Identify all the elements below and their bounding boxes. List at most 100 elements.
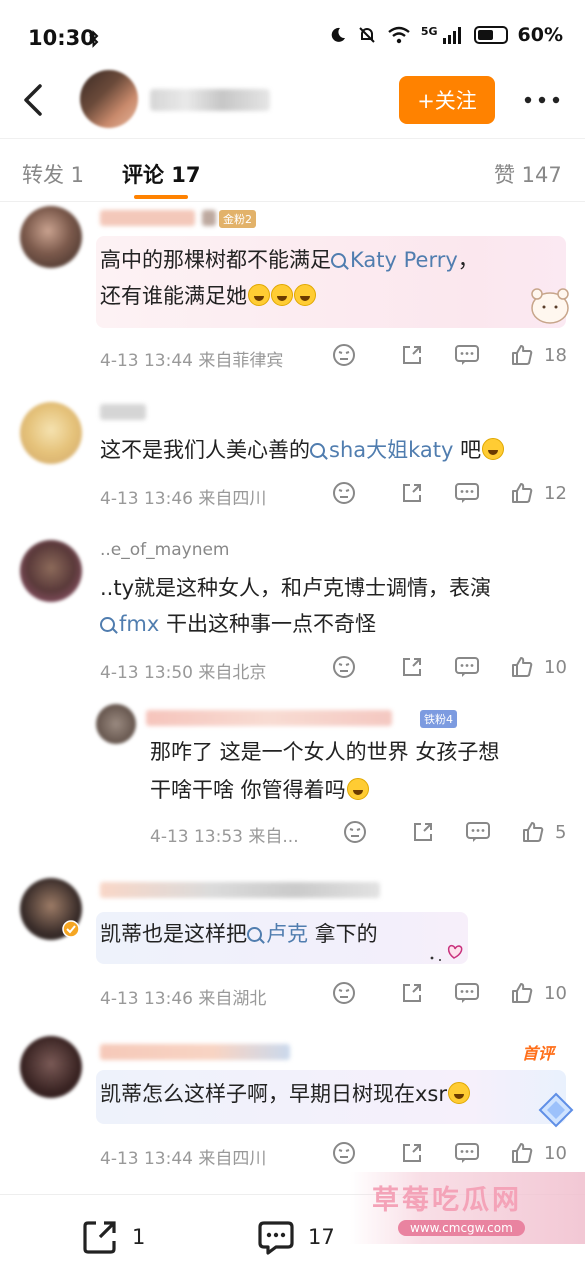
reply-actions: 5 (343, 820, 566, 844)
replier-name-blurred[interactable] (146, 710, 392, 726)
share-icon[interactable] (400, 1141, 424, 1165)
author-name-blurred[interactable] (150, 89, 270, 111)
tab-active-indicator (134, 195, 188, 199)
dislike-face-icon[interactable] (343, 820, 367, 844)
bottom-comment-button[interactable]: 17 (256, 1217, 335, 1257)
repost-count: 1 (132, 1225, 146, 1249)
topic-label: fmx (119, 612, 160, 636)
dislike-face-icon[interactable] (332, 481, 356, 505)
topic-link[interactable]: Katy Perry (331, 248, 458, 272)
laughing-emoji-icon (271, 284, 293, 306)
comment-text: 凯蒂怎么这样子啊，早期日树现在xsr (100, 1076, 471, 1112)
reply-icon[interactable] (454, 481, 480, 505)
dislike-face-icon[interactable] (332, 343, 356, 367)
commenter-name-blurred[interactable] (100, 882, 380, 898)
battery-icon (473, 26, 508, 44)
thumbs-up-icon (512, 657, 533, 677)
status-time: 10:30 (28, 26, 95, 50)
commenter-name[interactable]: ..e_of_maynem (100, 540, 229, 560)
comment-text-part: ， (457, 248, 479, 272)
reply-icon[interactable] (454, 655, 480, 679)
tab-comment[interactable]: 评论 17 (122, 159, 201, 189)
comment-actions: 10 (332, 655, 567, 679)
comment-text: fmx 干出这种事一点不奇怪 (100, 606, 376, 642)
like-button[interactable]: 10 (510, 655, 567, 679)
comment-meta: 4-13 13:50 来自北京 (100, 663, 267, 683)
reply-icon[interactable] (465, 820, 491, 844)
topic-label: Katy Perry (350, 248, 458, 272)
back-arrow-icon[interactable] (18, 78, 54, 122)
comment-text: 这不是我们人美心善的 sha大姐katy 吧 (100, 432, 505, 468)
mute-bell-icon (359, 27, 375, 43)
like-count: 12 (544, 482, 567, 504)
replier-avatar[interactable] (96, 704, 136, 744)
comment-actions: 10 (332, 981, 567, 1005)
bear-sticker-icon (531, 288, 569, 324)
like-button[interactable]: 10 (510, 981, 567, 1005)
header: +关注 (0, 62, 585, 138)
comment-text: 凯蒂也是这样把 卢克 拿下的 (100, 916, 378, 952)
comment-meta: 4-13 13:44 来自四川 (100, 1149, 267, 1169)
commenter-avatar[interactable] (20, 402, 82, 464)
battery-percent: 60% (517, 24, 563, 46)
topic-link[interactable]: sha大姐katy (310, 438, 453, 462)
fan-badge: 铁粉4 (420, 710, 457, 728)
like-button[interactable]: 12 (510, 481, 567, 505)
comment-actions: 10 (332, 1141, 567, 1165)
dislike-face-icon[interactable] (332, 655, 356, 679)
comment-text: 高中的那棵树都不能满足 Katy Perry， (100, 242, 479, 278)
verified-badge-icon (62, 920, 80, 938)
comment-text-part: 吧 (453, 438, 482, 462)
reply-icon[interactable] (454, 1141, 480, 1165)
reply-icon[interactable] (454, 981, 480, 1005)
reply-item: 铁粉4 那咋了 这是一个女人的世界 女孩子想 干啥干啥 你管得着吗 4-13 1… (0, 700, 585, 860)
reply-icon[interactable] (454, 343, 480, 367)
tab-repost[interactable]: 转发 1 (22, 159, 84, 189)
topic-label: 卢克 (266, 922, 308, 946)
watermark-url: www.cmcgw.com (398, 1220, 525, 1236)
commenter-name-blurred[interactable] (100, 404, 146, 420)
tab-like[interactable]: 赞 147 (494, 159, 562, 189)
thumbs-up-icon (512, 1143, 533, 1163)
topic-link[interactable]: 卢克 (247, 922, 308, 946)
share-icon[interactable] (411, 820, 435, 844)
more-options-icon[interactable] (522, 88, 562, 112)
comment-meta: 4-13 13:44 来自菲律宾 (100, 351, 284, 371)
thumbs-up-icon (512, 483, 533, 503)
dislike-face-icon[interactable] (332, 981, 356, 1005)
search-icon (310, 443, 325, 458)
commenter-name-blurred[interactable] (100, 210, 195, 226)
share-icon[interactable] (400, 343, 424, 367)
share-icon[interactable] (400, 981, 424, 1005)
share-icon (83, 1221, 116, 1254)
commenter-avatar[interactable] (20, 540, 82, 602)
watermark-title: 草莓吃瓜网 (372, 1185, 522, 1216)
diamond-sticker-icon (538, 1092, 574, 1128)
search-icon (331, 253, 346, 268)
like-count: 10 (544, 982, 567, 1004)
laughing-emoji-icon (248, 284, 270, 306)
bluetooth-icon (89, 30, 99, 48)
commenter-avatar[interactable] (20, 206, 82, 268)
author-avatar[interactable] (80, 70, 138, 128)
follow-button[interactable]: +关注 (399, 76, 495, 124)
comment-text-part: 还有谁能满足她 (100, 284, 247, 308)
comment-item: 首评 凯蒂怎么这样子啊，早期日树现在xsr 4-13 13:44 来自四川 10 (0, 1032, 585, 1182)
like-button[interactable]: 10 (510, 1141, 567, 1165)
commenter-name-blurred[interactable] (100, 1044, 290, 1060)
comment-actions: 12 (332, 481, 567, 505)
commenter-avatar[interactable] (20, 1036, 82, 1098)
topic-link[interactable]: fmx (100, 612, 159, 636)
reply-text: 那咋了 这是一个女人的世界 女孩子想 (150, 740, 500, 764)
comment-text-part: 这不是我们人美心善的 (100, 438, 310, 462)
like-button[interactable]: 5 (521, 820, 566, 844)
search-icon (100, 617, 115, 632)
share-icon[interactable] (400, 655, 424, 679)
network-type: 5G (420, 24, 438, 38)
bottom-repost-button[interactable]: 1 (80, 1217, 145, 1257)
laughing-emoji-icon (346, 778, 369, 800)
like-button[interactable]: 18 (510, 343, 567, 367)
share-icon[interactable] (400, 481, 424, 505)
moon-icon (331, 27, 345, 42)
dislike-face-icon[interactable] (332, 1141, 356, 1165)
